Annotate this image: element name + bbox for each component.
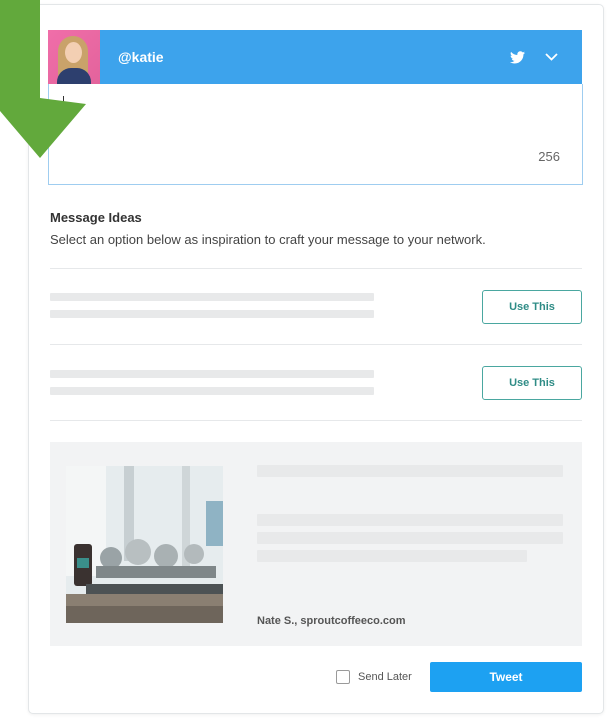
link-preview-card[interactable]: Nate S., sproutcoffeeco.com: [50, 442, 582, 646]
divider: [50, 420, 582, 421]
tweet-button[interactable]: Tweet: [430, 662, 582, 692]
use-this-button[interactable]: Use This: [482, 290, 582, 324]
account-handle: @katie: [118, 49, 164, 65]
placeholder-line: [50, 370, 374, 378]
message-textarea[interactable]: 256: [48, 84, 583, 185]
divider: [50, 344, 582, 345]
placeholder-line: [257, 532, 563, 544]
divider: [50, 268, 582, 269]
message-ideas-title: Message Ideas: [50, 210, 142, 225]
preview-image: [66, 466, 223, 623]
chevron-down-icon[interactable]: [545, 53, 558, 61]
send-later-checkbox[interactable]: [336, 670, 350, 684]
placeholder-line: [50, 293, 374, 301]
preview-source: Nate S., sproutcoffeeco.com: [257, 615, 406, 627]
message-ideas-subtitle: Select an option below as inspiration to…: [50, 232, 486, 247]
placeholder-line: [257, 465, 563, 477]
placeholder-line: [257, 514, 563, 526]
twitter-bird-icon[interactable]: [510, 50, 525, 64]
send-later-label: Send Later: [358, 671, 412, 683]
use-this-button[interactable]: Use This: [482, 366, 582, 400]
text-caret: [63, 96, 64, 112]
placeholder-line: [50, 310, 374, 318]
send-later-toggle[interactable]: Send Later: [336, 670, 412, 684]
avatar: [48, 30, 100, 84]
placeholder-line: [50, 387, 374, 395]
account-bar: @katie: [48, 30, 582, 84]
character-count: 256: [538, 149, 560, 164]
placeholder-line: [257, 550, 527, 562]
